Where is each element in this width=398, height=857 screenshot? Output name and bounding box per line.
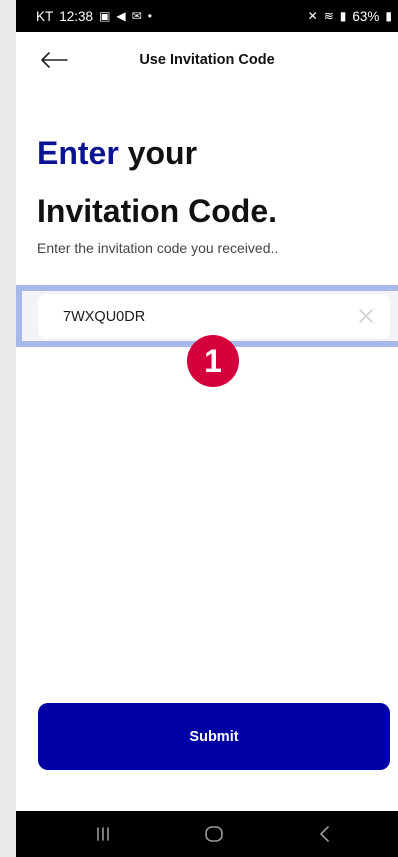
invitation-code-input[interactable] bbox=[38, 294, 338, 339]
mute-icon: ✕ bbox=[307, 9, 318, 23]
wifi-icon: ≋ bbox=[323, 9, 334, 23]
more-notifications-icon: • bbox=[147, 9, 152, 23]
mail-notification-icon: ✉ bbox=[131, 9, 142, 23]
system-nav-bar bbox=[16, 811, 398, 857]
status-bar: KT 12:38 ▣ ◀ ✉ • ✕ ≋ ▮ 63% ▮ bbox=[16, 0, 398, 32]
nav-recents-icon[interactable] bbox=[91, 823, 115, 845]
nav-home-icon[interactable] bbox=[202, 823, 226, 845]
phone-screen: KT 12:38 ▣ ◀ ✉ • ✕ ≋ ▮ 63% ▮ Use Invitat… bbox=[16, 0, 398, 857]
gallery-notification-icon: ▣ bbox=[99, 9, 111, 23]
battery-icon: ▮ bbox=[385, 9, 392, 23]
carrier-label: KT bbox=[36, 8, 54, 24]
main-heading: Enter your Invitation Code. bbox=[37, 124, 277, 240]
nav-back-icon[interactable] bbox=[313, 823, 337, 845]
subtitle: Enter the invitation code you received.. bbox=[37, 240, 279, 256]
annotation-badge: 1 bbox=[187, 335, 239, 387]
heading-line-1-rest: your bbox=[118, 135, 198, 171]
clear-icon[interactable] bbox=[358, 308, 374, 324]
submit-button[interactable]: Submit bbox=[38, 703, 390, 770]
status-right: ✕ ≋ ▮ 63% ▮ bbox=[308, 9, 392, 24]
battery-percent: 63% bbox=[352, 8, 380, 24]
heading-line-2: Invitation Code. bbox=[37, 193, 277, 229]
heading-accent: Enter bbox=[37, 135, 119, 171]
clock: 12:38 bbox=[59, 8, 94, 24]
app-header: Use Invitation Code bbox=[16, 32, 398, 90]
heading-line-1: Enter your bbox=[37, 124, 277, 182]
page-title: Use Invitation Code bbox=[139, 52, 275, 68]
status-left: KT 12:38 ▣ ◀ ✉ • bbox=[36, 9, 152, 24]
invitation-code-field bbox=[38, 294, 390, 339]
telegram-notification-icon: ◀ bbox=[116, 9, 126, 23]
signal-icon: ▮ bbox=[339, 9, 347, 23]
